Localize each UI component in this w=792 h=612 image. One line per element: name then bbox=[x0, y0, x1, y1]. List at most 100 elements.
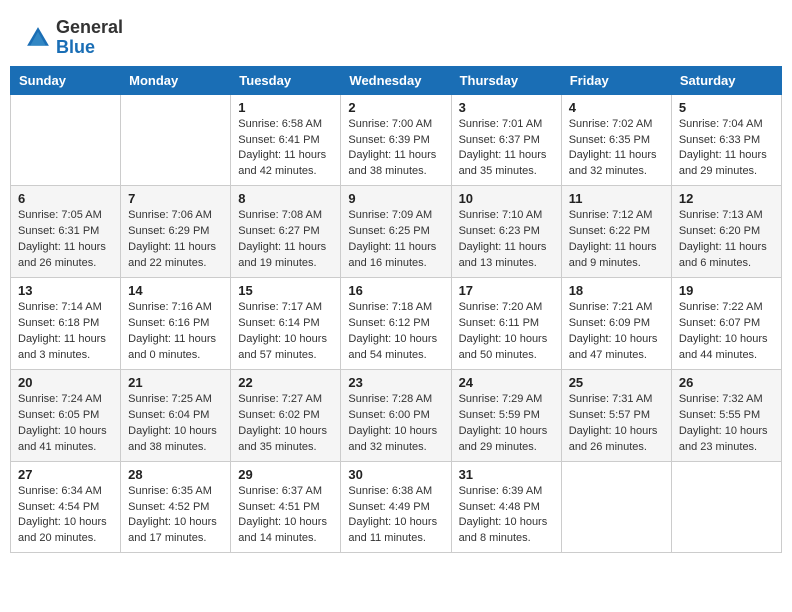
day-info: Sunrise: 7:02 AMSunset: 6:35 PMDaylight:… bbox=[569, 117, 664, 181]
day-info: Sunrise: 6:38 AMSunset: 4:49 PMDaylight:… bbox=[348, 484, 443, 548]
day-info: Sunrise: 7:09 AMSunset: 6:25 PMDaylight:… bbox=[348, 208, 443, 272]
day-info: Sunrise: 7:22 AMSunset: 6:07 PMDaylight:… bbox=[679, 300, 774, 364]
calendar-container: SundayMondayTuesdayWednesdayThursdayFrid… bbox=[0, 66, 792, 564]
calendar-cell: 22 Sunrise: 7:27 AMSunset: 6:02 PMDayligh… bbox=[231, 369, 341, 461]
calendar-cell: 25 Sunrise: 7:31 AMSunset: 5:57 PMDayligh… bbox=[561, 369, 671, 461]
calendar-cell bbox=[121, 94, 231, 186]
day-number: 20 bbox=[18, 375, 113, 390]
calendar-body: 1 Sunrise: 6:58 AMSunset: 6:41 PMDaylight… bbox=[11, 94, 782, 553]
day-info: Sunrise: 7:25 AMSunset: 6:04 PMDaylight:… bbox=[128, 392, 223, 456]
calendar-cell: 26 Sunrise: 7:32 AMSunset: 5:55 PMDayligh… bbox=[671, 369, 781, 461]
day-number: 4 bbox=[569, 100, 664, 115]
day-number: 31 bbox=[459, 467, 554, 482]
logo-text: General Blue bbox=[56, 18, 123, 58]
day-info: Sunrise: 7:12 AMSunset: 6:22 PMDaylight:… bbox=[569, 208, 664, 272]
calendar-cell: 29Sunrise: 6:37 AMSunset: 4:51 PMDayligh… bbox=[231, 461, 341, 553]
day-info: Sunrise: 7:08 AMSunset: 6:27 PMDaylight:… bbox=[238, 208, 333, 272]
calendar-cell bbox=[671, 461, 781, 553]
weekday-header-monday: Monday bbox=[121, 66, 231, 94]
day-info: Sunrise: 7:20 AMSunset: 6:11 PMDaylight:… bbox=[459, 300, 554, 364]
day-number: 14 bbox=[128, 283, 223, 298]
weekday-header-saturday: Saturday bbox=[671, 66, 781, 94]
day-info: Sunrise: 7:05 AMSunset: 6:31 PMDaylight:… bbox=[18, 208, 113, 272]
day-number: 6 bbox=[18, 191, 113, 206]
day-number: 17 bbox=[459, 283, 554, 298]
calendar-cell: 8 Sunrise: 7:08 AMSunset: 6:27 PMDaylight… bbox=[231, 186, 341, 278]
logo-blue-text: Blue bbox=[56, 37, 95, 57]
day-number: 24 bbox=[459, 375, 554, 390]
weekday-header-thursday: Thursday bbox=[451, 66, 561, 94]
day-number: 25 bbox=[569, 375, 664, 390]
day-info: Sunrise: 7:28 AMSunset: 6:00 PMDaylight:… bbox=[348, 392, 443, 456]
day-info: Sunrise: 7:00 AMSunset: 6:39 PMDaylight:… bbox=[348, 117, 443, 181]
calendar-cell: 4 Sunrise: 7:02 AMSunset: 6:35 PMDaylight… bbox=[561, 94, 671, 186]
calendar-cell: 28 Sunrise: 6:35 AMSunset: 4:52 PMDayligh… bbox=[121, 461, 231, 553]
day-info: Sunrise: 7:32 AMSunset: 5:55 PMDaylight:… bbox=[679, 392, 774, 456]
day-number: 1 bbox=[238, 100, 333, 115]
day-number: 21 bbox=[128, 375, 223, 390]
calendar-cell: 15 Sunrise: 7:17 AMSunset: 6:14 PMDayligh… bbox=[231, 278, 341, 370]
weekday-header-wednesday: Wednesday bbox=[341, 66, 451, 94]
calendar-cell: 5Sunrise: 7:04 AMSunset: 6:33 PMDaylight… bbox=[671, 94, 781, 186]
calendar-cell bbox=[11, 94, 121, 186]
calendar-cell: 12 Sunrise: 7:13 AMSunset: 6:20 PMDayligh… bbox=[671, 186, 781, 278]
day-info: Sunrise: 7:29 AMSunset: 5:59 PMDaylight:… bbox=[459, 392, 554, 456]
calendar-cell: 24 Sunrise: 7:29 AMSunset: 5:59 PMDayligh… bbox=[451, 369, 561, 461]
day-info: Sunrise: 7:10 AMSunset: 6:23 PMDaylight:… bbox=[459, 208, 554, 272]
logo-general-text: General bbox=[56, 17, 123, 37]
calendar-week-row: 20Sunrise: 7:24 AMSunset: 6:05 PMDayligh… bbox=[11, 369, 782, 461]
day-number: 3 bbox=[459, 100, 554, 115]
calendar-cell: 9 Sunrise: 7:09 AMSunset: 6:25 PMDaylight… bbox=[341, 186, 451, 278]
day-info: Sunrise: 7:17 AMSunset: 6:14 PMDaylight:… bbox=[238, 300, 333, 364]
day-number: 10 bbox=[459, 191, 554, 206]
day-number: 23 bbox=[348, 375, 443, 390]
calendar-cell: 27Sunrise: 6:34 AMSunset: 4:54 PMDayligh… bbox=[11, 461, 121, 553]
day-info: Sunrise: 6:39 AMSunset: 4:48 PMDaylight:… bbox=[459, 484, 554, 548]
calendar-cell: 20Sunrise: 7:24 AMSunset: 6:05 PMDayligh… bbox=[11, 369, 121, 461]
logo: General Blue bbox=[24, 18, 123, 58]
day-info: Sunrise: 7:13 AMSunset: 6:20 PMDaylight:… bbox=[679, 208, 774, 272]
day-info: Sunrise: 7:21 AMSunset: 6:09 PMDaylight:… bbox=[569, 300, 664, 364]
calendar-cell: 10 Sunrise: 7:10 AMSunset: 6:23 PMDayligh… bbox=[451, 186, 561, 278]
day-number: 13 bbox=[18, 283, 113, 298]
calendar-cell: 14 Sunrise: 7:16 AMSunset: 6:16 PMDayligh… bbox=[121, 278, 231, 370]
calendar-cell: 7Sunrise: 7:06 AMSunset: 6:29 PMDaylight… bbox=[121, 186, 231, 278]
day-number: 8 bbox=[238, 191, 333, 206]
day-number: 9 bbox=[348, 191, 443, 206]
weekday-header-friday: Friday bbox=[561, 66, 671, 94]
day-number: 22 bbox=[238, 375, 333, 390]
day-info: Sunrise: 7:27 AMSunset: 6:02 PMDaylight:… bbox=[238, 392, 333, 456]
calendar-cell bbox=[561, 461, 671, 553]
calendar-cell: 30 Sunrise: 6:38 AMSunset: 4:49 PMDayligh… bbox=[341, 461, 451, 553]
day-number: 15 bbox=[238, 283, 333, 298]
day-number: 19 bbox=[679, 283, 774, 298]
day-info: Sunrise: 6:35 AMSunset: 4:52 PMDaylight:… bbox=[128, 484, 223, 548]
day-number: 30 bbox=[348, 467, 443, 482]
day-info: Sunrise: 7:16 AMSunset: 6:16 PMDaylight:… bbox=[128, 300, 223, 364]
calendar-cell: 3Sunrise: 7:01 AMSunset: 6:37 PMDaylight… bbox=[451, 94, 561, 186]
day-info: Sunrise: 6:37 AMSunset: 4:51 PMDaylight:… bbox=[238, 484, 333, 548]
calendar-cell: 23 Sunrise: 7:28 AMSunset: 6:00 PMDayligh… bbox=[341, 369, 451, 461]
calendar-cell: 31 Sunrise: 6:39 AMSunset: 4:48 PMDayligh… bbox=[451, 461, 561, 553]
day-number: 16 bbox=[348, 283, 443, 298]
day-info: Sunrise: 7:18 AMSunset: 6:12 PMDaylight:… bbox=[348, 300, 443, 364]
day-number: 26 bbox=[679, 375, 774, 390]
calendar-cell: 18Sunrise: 7:21 AMSunset: 6:09 PMDayligh… bbox=[561, 278, 671, 370]
calendar-cell: 13 Sunrise: 7:14 AMSunset: 6:18 PMDayligh… bbox=[11, 278, 121, 370]
day-number: 7 bbox=[128, 191, 223, 206]
calendar-week-row: 6 Sunrise: 7:05 AMSunset: 6:31 PMDaylight… bbox=[11, 186, 782, 278]
day-number: 5 bbox=[679, 100, 774, 115]
day-number: 28 bbox=[128, 467, 223, 482]
calendar-week-row: 1 Sunrise: 6:58 AMSunset: 6:41 PMDaylight… bbox=[11, 94, 782, 186]
weekday-header-sunday: Sunday bbox=[11, 66, 121, 94]
calendar-cell: 19 Sunrise: 7:22 AMSunset: 6:07 PMDayligh… bbox=[671, 278, 781, 370]
day-number: 12 bbox=[679, 191, 774, 206]
calendar-cell: 6 Sunrise: 7:05 AMSunset: 6:31 PMDaylight… bbox=[11, 186, 121, 278]
day-number: 11 bbox=[569, 191, 664, 206]
logo-icon bbox=[24, 24, 52, 52]
day-info: Sunrise: 7:14 AMSunset: 6:18 PMDaylight:… bbox=[18, 300, 113, 364]
day-info: Sunrise: 7:31 AMSunset: 5:57 PMDaylight:… bbox=[569, 392, 664, 456]
day-info: Sunrise: 6:58 AMSunset: 6:41 PMDaylight:… bbox=[238, 117, 333, 181]
calendar-cell: 1 Sunrise: 6:58 AMSunset: 6:41 PMDaylight… bbox=[231, 94, 341, 186]
day-number: 2 bbox=[348, 100, 443, 115]
